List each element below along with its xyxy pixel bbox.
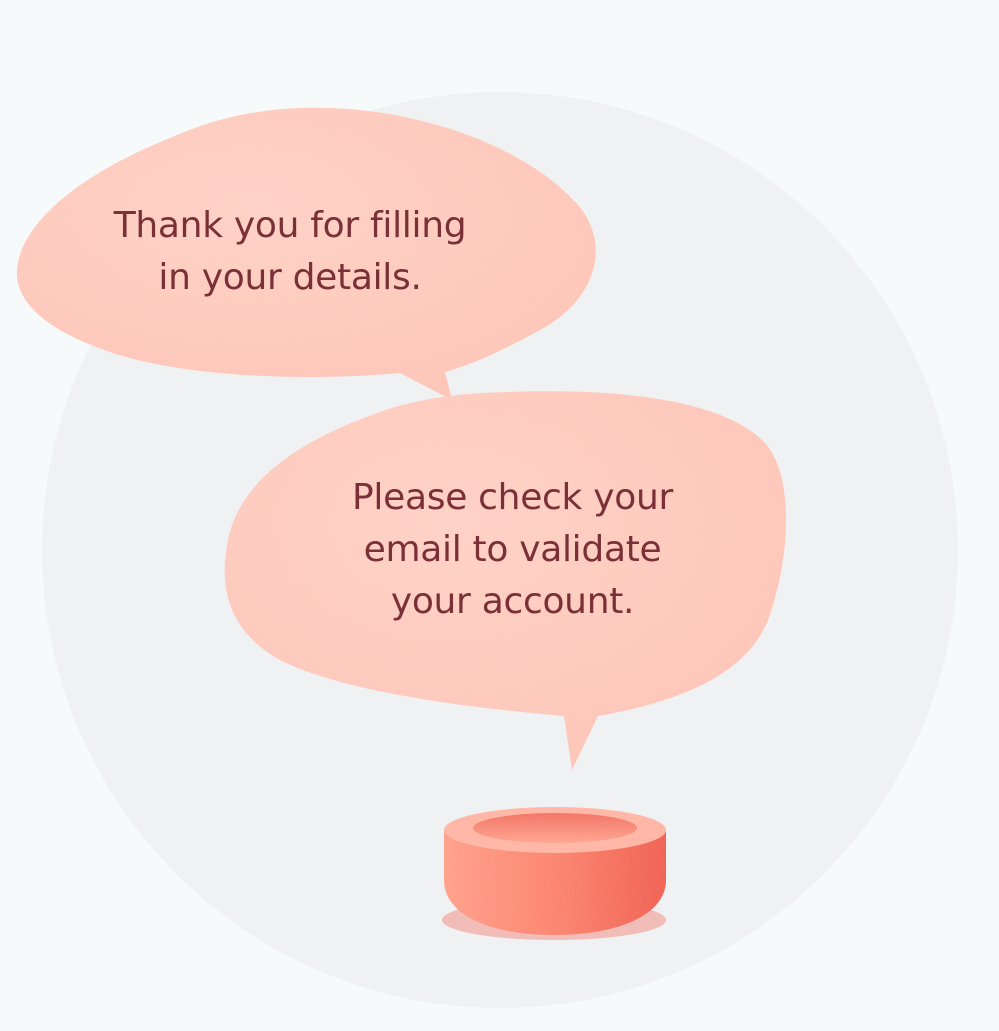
message-thank-you: Thank you for filling in your details. <box>70 200 510 304</box>
message-thank-you-line-2: in your details. <box>158 257 422 298</box>
message-thank-you-line-1: Thank you for filling <box>113 205 467 246</box>
success-illustration: Thank you for filling in your details. P… <box>0 0 999 1027</box>
speaker-base-icon <box>442 807 666 940</box>
message-check-email-line-1: Please check your <box>352 477 673 518</box>
message-check-email-line-2: email to validate <box>363 529 662 570</box>
message-check-email: Please check your email to validate your… <box>285 472 740 628</box>
message-check-email-line-3: your account. <box>390 581 635 622</box>
